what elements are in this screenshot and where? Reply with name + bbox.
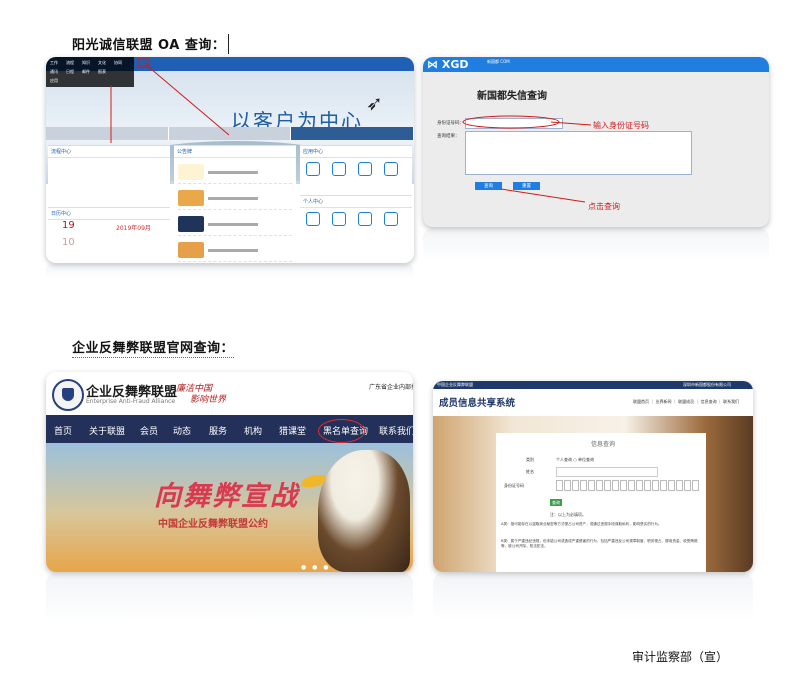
nav-about[interactable]: 关于联盟: [89, 424, 125, 437]
top-right-text: 广东省企业内部控: [369, 384, 413, 391]
query-card-title: 信息查询: [591, 441, 616, 448]
nav-news[interactable]: 动态: [173, 424, 191, 437]
topbar-left-text: 中国企业反舞弊联盟: [437, 382, 473, 387]
nav-institutions[interactable]: 机构: [244, 424, 262, 437]
text-cursor: [228, 34, 230, 54]
heading-alliance-query: 企业反舞弊联盟官网查询：: [72, 341, 235, 358]
nav-home[interactable]: 首页: [54, 424, 72, 437]
topbar-right-text: 深圳市新国都股份有限公司: [683, 382, 731, 387]
carousel-dots[interactable]: ● ● ●: [301, 564, 331, 571]
category-b-text: B类：属于严重违纪违规，但未能公司或造成严重侵害的行为，包括严重违反公司规章制度…: [501, 539, 698, 548]
eagle-image: [318, 450, 410, 572]
alliance-header: 企业反舞弊联盟 Enterprise Anti-Fraud Alliance 廉…: [46, 372, 413, 415]
reflection: [46, 573, 413, 623]
name-input[interactable]: [556, 467, 658, 477]
query-card: 信息查询 类别 个人查询 ○ 单位查询 姓名 身份证号码 查询 注：以上为必填项…: [496, 433, 706, 572]
annotation-click-query: 点击查询: [588, 202, 620, 211]
type-label: 类别: [526, 457, 534, 462]
annotation-enter-id: 输入身份证号码: [593, 121, 649, 130]
name-label: 姓名: [526, 469, 534, 474]
id-number-cells[interactable]: [556, 480, 700, 491]
nav-classroom[interactable]: 猎课堂: [279, 424, 306, 437]
hero-slogan: 向舞弊宣战: [154, 481, 299, 512]
reflection: [46, 264, 414, 278]
blacklist-highlight-circle: [318, 419, 365, 443]
type-radio[interactable]: 个人查询 ○ 单位查询: [556, 457, 594, 463]
nav-members[interactable]: 会员: [140, 424, 158, 437]
id-label: 身份证号码: [504, 483, 524, 488]
alliance-site-screenshot: 企业反舞弊联盟 Enterprise Anti-Fraud Alliance 廉…: [46, 372, 413, 572]
red-pointer-lines: [110, 58, 230, 143]
footer-department: 审计监察部（宣）: [632, 650, 729, 664]
member-nav[interactable]: 联盟首页 ｜ 业界新闻 ｜ 联盟成员 ｜ 信息查询 ｜ 联系我们: [633, 399, 739, 405]
oa-portal-screenshot: 以客户为中心 ➶ 工作 流程 知识 文化 协同 通讯 日程 邮件 报表 应用 流…: [46, 57, 414, 263]
category-a-text: A类：指可能存在以盗取商业秘密等方式侵占公司资产，或通过违规手段谋取私利，影响恶…: [501, 522, 662, 526]
member-system-title: 成员信息共享系统: [439, 398, 516, 409]
xgd-blacklist-screenshot: ⋈ XGD 新国都 COM 新国都失信查询 身份证号码： 查询结果： 查询 重置…: [423, 57, 769, 227]
reflection: [423, 228, 769, 262]
query-button[interactable]: 查询: [550, 499, 562, 506]
member-info-system-screenshot: 中国企业反舞弊联盟 深圳市新国都股份有限公司 成员信息共享系统 联盟首页 ｜ 业…: [433, 381, 753, 572]
reflection: [433, 573, 753, 621]
member-topbar: 中国企业反舞弊联盟 深圳市新国都股份有限公司: [433, 381, 753, 389]
required-note: 注：以上为必填项。: [550, 512, 586, 517]
hero-subtitle: 中国企业反舞弊联盟公约: [158, 519, 268, 530]
alliance-emblem-icon: [52, 379, 84, 411]
nav-services[interactable]: 服务: [209, 424, 227, 437]
nav-contact[interactable]: 联系我们: [379, 424, 413, 437]
alliance-name-en: Enterprise Anti-Fraud Alliance: [86, 398, 176, 405]
heading-oa-query: 阳光诚信联盟 OA 查询：: [72, 34, 230, 54]
alliance-motto: 廉洁中国 影响世界: [176, 384, 227, 405]
